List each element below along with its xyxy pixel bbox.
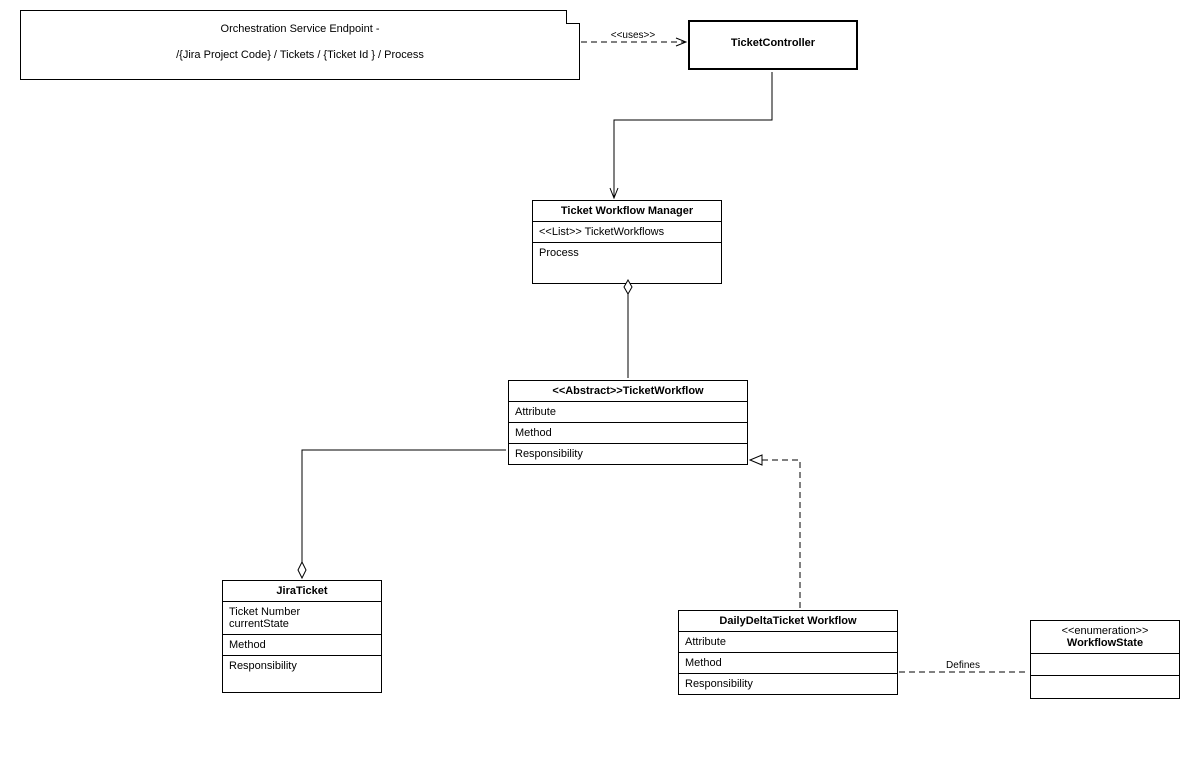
edge-controller-to-manager [614, 72, 772, 198]
class-ticket-controller: TicketController [688, 20, 858, 70]
ticket-workflow-title: <<Abstract>>TicketWorkflow [509, 381, 747, 402]
workflow-manager-attr-1: <<List>> TicketWorkflows [539, 226, 664, 238]
ticket-workflow-responsibility: Responsibility [509, 444, 747, 464]
workflow-manager-title: Ticket Workflow Manager [533, 201, 721, 222]
jira-ticket-title: JiraTicket [223, 581, 381, 602]
daily-delta-methods: Method [679, 653, 897, 674]
note-orchestration-endpoint: Orchestration Service Endpoint - /{Jira … [20, 10, 580, 80]
ticket-workflow-attributes: Attribute [509, 402, 747, 423]
class-workflow-manager: Ticket Workflow Manager <<List>> TicketW… [532, 200, 722, 284]
jira-ticket-method: Method [229, 639, 266, 651]
class-daily-delta-workflow: DailyDeltaTicket Workflow Attribute Meth… [678, 610, 898, 695]
daily-delta-attr: Attribute [685, 636, 726, 648]
workflow-state-title: WorkflowState [1037, 637, 1173, 649]
workflow-manager-methods: Process [533, 243, 721, 283]
note-line-2: /{Jira Project Code} / Tickets / {Ticket… [33, 49, 567, 61]
ticket-workflow-attr: Attribute [515, 406, 556, 418]
daily-delta-responsibility: Responsibility [679, 674, 897, 694]
jira-ticket-methods: Method [223, 635, 381, 656]
edge-dailydelta-realizes-workflow [750, 460, 800, 608]
daily-delta-method: Method [685, 657, 722, 669]
class-ticket-workflow: <<Abstract>>TicketWorkflow Attribute Met… [508, 380, 748, 465]
diamond-jira-icon [298, 562, 306, 578]
note-fold-icon [566, 10, 580, 24]
workflow-state-section-2 [1031, 676, 1179, 698]
jira-ticket-responsibility: Responsibility [223, 656, 381, 692]
label-defines: Defines [946, 660, 980, 671]
ticket-workflow-methods: Method [509, 423, 747, 444]
note-line-1: Orchestration Service Endpoint - [33, 23, 567, 35]
jira-ticket-resp: Responsibility [229, 660, 297, 672]
class-jira-ticket: JiraTicket Ticket Number currentState Me… [222, 580, 382, 693]
workflow-state-stereo: <<enumeration>> [1037, 625, 1173, 637]
class-workflow-state: <<enumeration>> WorkflowState [1030, 620, 1180, 699]
ticket-workflow-method: Method [515, 427, 552, 439]
edge-workflow-aggregates-jira-line [302, 450, 506, 578]
ticket-controller-title: TicketController [690, 22, 856, 64]
workflow-state-header: <<enumeration>> WorkflowState [1031, 621, 1179, 654]
workflow-manager-attributes: <<List>> TicketWorkflows [533, 222, 721, 243]
jira-ticket-attr-1: Ticket Number [229, 606, 375, 618]
ticket-workflow-resp: Responsibility [515, 448, 583, 460]
daily-delta-resp: Responsibility [685, 678, 753, 690]
label-uses: <<uses>> [611, 30, 656, 41]
jira-ticket-attr-2: currentState [229, 618, 375, 630]
workflow-manager-method-1: Process [539, 247, 579, 259]
jira-ticket-attributes: Ticket Number currentState [223, 602, 381, 635]
daily-delta-title: DailyDeltaTicket Workflow [679, 611, 897, 632]
workflow-state-section-1 [1031, 654, 1179, 676]
daily-delta-attributes: Attribute [679, 632, 897, 653]
